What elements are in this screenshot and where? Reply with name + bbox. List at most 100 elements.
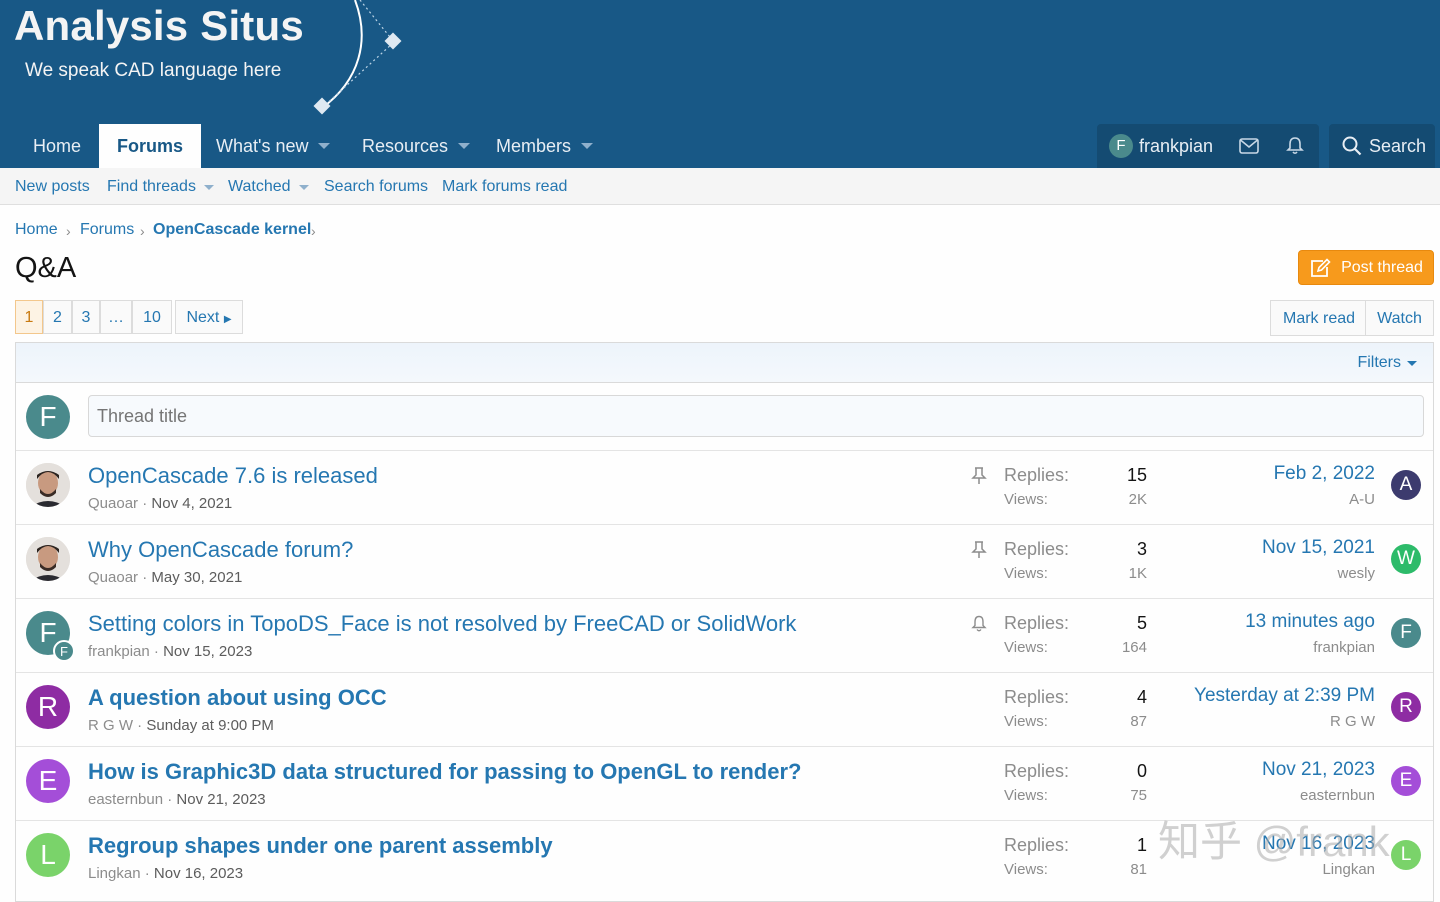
views-label: Views: xyxy=(1004,491,1048,508)
thread-meta: easternbun · Nov 21, 2023 xyxy=(88,791,266,808)
chevron-down-icon[interactable] xyxy=(298,184,309,190)
post-thread-button[interactable]: Post thread xyxy=(1298,250,1434,285)
thread-title[interactable]: Regroup shapes under one parent assembly xyxy=(88,833,553,859)
thread-date[interactable]: Nov 21, 2023 xyxy=(176,791,265,808)
page-link-3[interactable]: 3 xyxy=(72,300,100,334)
last-post-date[interactable]: Nov 21, 2023 xyxy=(1262,759,1375,781)
page-link-2[interactable]: 2 xyxy=(43,300,72,334)
account-username[interactable]: frankpian xyxy=(1139,136,1213,157)
thread-title[interactable]: How is Graphic3D data structured for pas… xyxy=(88,759,801,785)
last-post-date[interactable]: Yesterday at 2:39 PM xyxy=(1194,685,1375,707)
next-page-button[interactable]: Next ▶ xyxy=(175,300,243,334)
logo-title[interactable]: Analysis Situs xyxy=(14,2,304,50)
last-poster-avatar[interactable]: W xyxy=(1391,544,1421,574)
thread-author[interactable]: Quaoar xyxy=(88,495,138,512)
last-poster-avatar[interactable]: A xyxy=(1391,470,1421,500)
avatar[interactable]: L xyxy=(26,833,70,877)
filters-button[interactable]: Filters xyxy=(1357,354,1417,372)
subnav-mark-forums-read[interactable]: Mark forums read xyxy=(442,178,567,196)
views-count: 81 xyxy=(1130,861,1147,878)
breadcrumb-current[interactable]: OpenCascade kernel xyxy=(153,221,311,239)
nav-resources[interactable]: Resources xyxy=(362,124,471,168)
avatar[interactable] xyxy=(26,537,70,581)
last-poster-avatar[interactable]: R xyxy=(1391,692,1421,722)
last-poster-avatar[interactable]: F xyxy=(1391,618,1421,648)
pagination: 1 2 3 … 10 Next ▶ xyxy=(15,300,243,334)
nav-forums[interactable]: Forums xyxy=(99,124,202,168)
thread-title-input[interactable] xyxy=(88,395,1424,437)
watch-button[interactable]: Watch xyxy=(1365,300,1434,336)
views-label: Views: xyxy=(1004,565,1048,582)
thread-author[interactable]: Quaoar xyxy=(88,569,138,586)
subnav-find-threads[interactable]: Find threads xyxy=(107,178,214,196)
quick-thread-row: F xyxy=(16,383,1433,451)
last-post-user[interactable]: A-U xyxy=(1349,491,1375,508)
thread-author[interactable]: frankpian xyxy=(88,643,150,660)
thread-author[interactable]: R G W xyxy=(88,717,133,734)
bell-icon xyxy=(971,615,987,632)
chevron-down-icon[interactable] xyxy=(458,143,471,149)
thread-title[interactable]: OpenCascade 7.6 is released xyxy=(88,463,378,489)
compose-icon xyxy=(1311,257,1331,277)
thread-date[interactable]: Nov 4, 2021 xyxy=(151,495,232,512)
thread-date[interactable]: May 30, 2021 xyxy=(151,569,242,586)
thread-title[interactable]: Setting colors in TopoDS_Face is not res… xyxy=(88,611,796,637)
last-post-date[interactable]: Nov 16, 2023 xyxy=(1262,833,1375,855)
page-link-10[interactable]: 10 xyxy=(132,300,172,334)
thread-date[interactable]: Nov 15, 2023 xyxy=(163,643,252,660)
last-post-user[interactable]: easternbun xyxy=(1300,787,1375,804)
avatar-badge: F xyxy=(53,640,75,662)
last-post-user[interactable]: frankpian xyxy=(1313,639,1375,656)
last-post-date[interactable]: Feb 2, 2022 xyxy=(1274,463,1375,485)
last-poster-avatar[interactable]: E xyxy=(1391,766,1421,796)
subnav-watched[interactable]: Watched xyxy=(228,178,309,196)
thread-title[interactable]: Why OpenCascade forum? xyxy=(88,537,353,563)
mark-read-button[interactable]: Mark read xyxy=(1270,300,1369,336)
subnav-search-forums[interactable]: Search forums xyxy=(324,178,428,196)
chevron-down-icon[interactable] xyxy=(318,143,331,149)
avatar[interactable]: F xyxy=(26,395,70,439)
thread-author[interactable]: Lingkan xyxy=(88,865,141,882)
thread-title[interactable]: A question about using OCC xyxy=(88,685,387,711)
avatar[interactable] xyxy=(26,463,70,507)
avatar[interactable]: R xyxy=(26,685,70,729)
avatar[interactable]: F xyxy=(1109,134,1133,158)
search-icon xyxy=(1342,136,1362,156)
replies-count: 5 xyxy=(1136,613,1147,633)
last-post-user[interactable]: wesly xyxy=(1337,565,1375,582)
nav-whats-new[interactable]: What's new xyxy=(216,124,331,168)
search-button[interactable]: Search xyxy=(1329,124,1435,168)
last-post-user[interactable]: Lingkan xyxy=(1322,861,1375,878)
replies-count: 15 xyxy=(1126,465,1147,485)
replies-count: 4 xyxy=(1136,687,1147,707)
last-post-date[interactable]: 13 minutes ago xyxy=(1245,611,1375,633)
envelope-icon[interactable] xyxy=(1239,138,1259,154)
chevron-down-icon[interactable] xyxy=(581,143,594,149)
logo-graphic xyxy=(313,0,402,115)
account-bar: F frankpian xyxy=(1097,124,1319,168)
breadcrumb-forums[interactable]: Forums xyxy=(80,221,134,239)
last-post-date[interactable]: Nov 15, 2021 xyxy=(1262,537,1375,559)
breadcrumb-home[interactable]: Home xyxy=(15,221,58,239)
subnav-new-posts[interactable]: New posts xyxy=(15,178,90,196)
page-link-1[interactable]: 1 xyxy=(15,300,43,334)
thread-row: L Regroup shapes under one parent assemb… xyxy=(16,821,1433,895)
thread-date[interactable]: Nov 16, 2023 xyxy=(154,865,243,882)
last-poster-avatar[interactable]: L xyxy=(1391,840,1421,870)
replies-label: Replies: xyxy=(1004,613,1070,633)
pin-icon xyxy=(971,467,987,484)
thread-author[interactable]: easternbun xyxy=(88,791,163,808)
thread-row: Why OpenCascade forum? Quaoar · May 30, … xyxy=(16,525,1433,599)
avatar[interactable]: E xyxy=(26,759,70,803)
bell-icon[interactable] xyxy=(1286,136,1304,156)
nav-home[interactable]: Home xyxy=(33,124,81,168)
replies-label: Replies: xyxy=(1004,687,1070,707)
page-jump-ellipsis[interactable]: … xyxy=(100,300,132,334)
last-post-user[interactable]: R G W xyxy=(1330,713,1375,730)
thread-row: E How is Graphic3D data structured for p… xyxy=(16,747,1433,821)
post-thread-label: Post thread xyxy=(1341,258,1423,276)
thread-date[interactable]: Sunday at 9:00 PM xyxy=(146,717,274,734)
caret-right-icon: ▶ xyxy=(223,314,232,325)
chevron-down-icon[interactable] xyxy=(203,184,214,190)
nav-members[interactable]: Members xyxy=(496,124,594,168)
